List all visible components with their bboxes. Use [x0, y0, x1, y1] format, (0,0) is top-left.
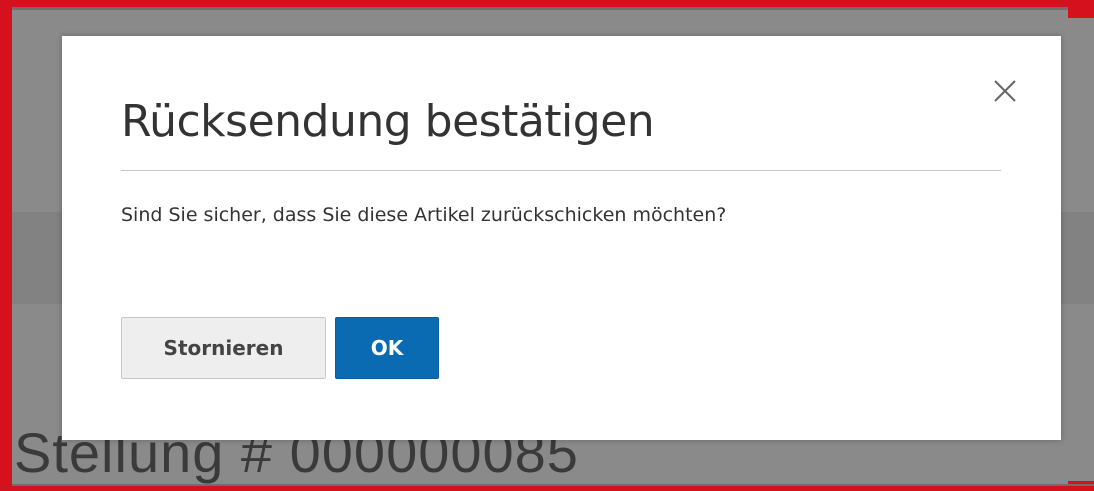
ok-button[interactable]: OK: [335, 317, 439, 379]
page-frame-left: [0, 0, 12, 491]
cancel-button[interactable]: Stornieren: [121, 317, 326, 379]
page-frame-top: [0, 0, 1094, 7]
close-button[interactable]: [990, 76, 1020, 106]
dialog-divider: [121, 170, 1001, 171]
page-frame-bottom: [0, 486, 1094, 491]
page-header-strip: [12, 7, 1094, 10]
dialog-message: Sind Sie sicher, dass Sie diese Artikel …: [121, 204, 727, 226]
dialog-title: Rücksendung bestätigen: [121, 96, 655, 147]
page-frame-right-top: [1068, 0, 1094, 18]
confirm-return-dialog: Rücksendung bestätigen Sind Sie sicher, …: [62, 36, 1061, 440]
close-icon: [994, 80, 1016, 102]
